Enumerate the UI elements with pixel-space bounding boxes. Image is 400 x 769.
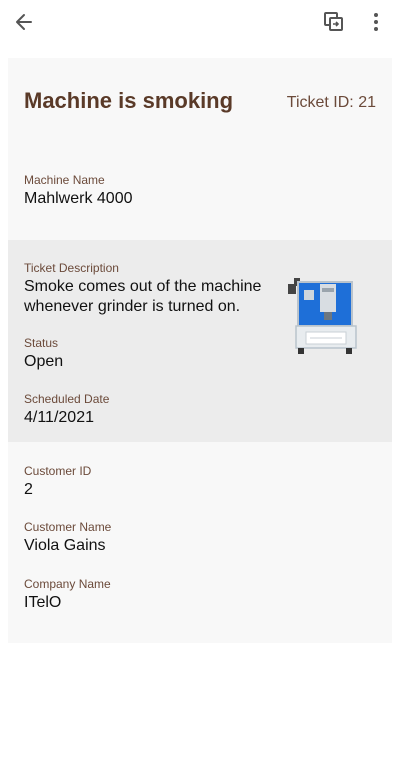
copy-button[interactable] bbox=[316, 4, 352, 40]
status-field: Status Open bbox=[24, 335, 63, 372]
customer-id-field: Customer ID 2 bbox=[24, 463, 91, 500]
page-title: Machine is smoking bbox=[24, 88, 234, 113]
scheduled-date-value: 4/11/2021 bbox=[24, 409, 94, 426]
coffee-machine-image bbox=[288, 278, 357, 354]
customer-name-field: Customer Name Viola Gains bbox=[24, 519, 111, 556]
customer-name-value: Viola Gains bbox=[24, 537, 106, 554]
more-options-button[interactable] bbox=[358, 4, 394, 40]
customer-id-label: Customer ID bbox=[24, 464, 92, 478]
company-name-field: Company Name ITelO bbox=[24, 576, 111, 613]
customer-id-value: 2 bbox=[24, 481, 33, 498]
customer-name-label: Customer Name bbox=[24, 520, 112, 534]
scheduled-date-field: Scheduled Date 4/11/2021 bbox=[24, 391, 109, 428]
ticket-id: Ticket ID: 21 bbox=[286, 94, 376, 111]
ticket-description-line1: Smoke comes out of the machine bbox=[24, 278, 262, 295]
ticket-description-line2: whenever grinder is turned on. bbox=[24, 298, 241, 315]
machine-name-value: Mahlwerk 4000 bbox=[24, 190, 133, 207]
scheduled-date-label: Scheduled Date bbox=[24, 392, 110, 406]
copy-icon bbox=[324, 12, 343, 31]
ticket-description-field: Ticket Description Smoke comes out of th… bbox=[24, 260, 261, 317]
arrow-left-icon bbox=[16, 14, 32, 30]
company-name-value: ITelO bbox=[24, 594, 62, 611]
ticket-description-label: Ticket Description bbox=[24, 261, 119, 275]
company-name-label: Company Name bbox=[24, 577, 111, 591]
top-app-bar bbox=[0, 0, 400, 44]
back-button[interactable] bbox=[6, 4, 42, 40]
ticket-card: Machine is smoking Ticket ID: 21 Machine… bbox=[8, 58, 392, 643]
ticket-header: Machine is smoking Ticket ID: 21 bbox=[8, 58, 392, 158]
more-vert-icon bbox=[374, 13, 378, 31]
status-label: Status bbox=[24, 336, 59, 350]
machine-name-label: Machine Name bbox=[24, 173, 105, 187]
machine-name-field: Machine Name Mahlwerk 4000 bbox=[24, 172, 133, 209]
status-value: Open bbox=[24, 353, 64, 370]
